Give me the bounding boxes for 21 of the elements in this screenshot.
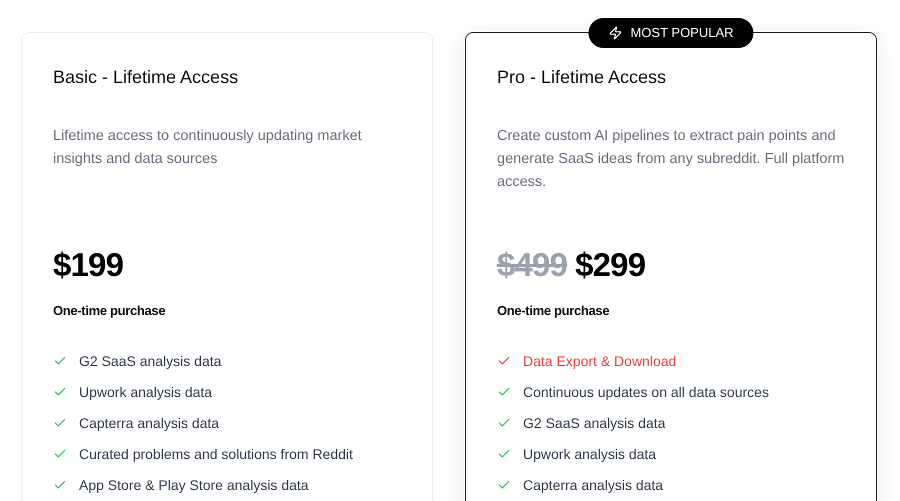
price-note: One-time purchase: [497, 302, 610, 320]
feature-label: Upwork analysis data: [523, 444, 656, 464]
feature-label: Curated problems and solutions from Reddit: [79, 444, 353, 464]
plan-description: Create custom AI pipelines to extract pain points and generate SaaS ideas from any subreddit. Full platform access.: [497, 127, 846, 192]
plan-title: Pro - Lifetime Access: [497, 66, 668, 88]
old-price: $499: [497, 245, 568, 285]
feature-label: G2 SaaS analysis data: [523, 414, 666, 433]
feature-label: Upwork analysis data: [79, 382, 212, 402]
price: $199: [53, 245, 124, 285]
price: $299: [575, 245, 646, 285]
plan-title: Basic - Lifetime Access: [53, 66, 240, 88]
plan-description: Lifetime access to continuously updating market insights and data sources: [53, 127, 363, 169]
feature-label: App Store & Play Store analysis data: [79, 476, 309, 495]
lightning-icon: [608, 26, 622, 40]
feature-label: Capterra analysis data: [79, 414, 220, 433]
feature-label: G2 SaaS analysis data: [79, 352, 222, 371]
feature-label: Data Export & Download: [523, 352, 676, 371]
feature-label: Continuous updates on all data sources: [523, 382, 769, 402]
price-note: One-time purchase: [53, 302, 166, 320]
badge-label: MOST POPULAR: [630, 24, 734, 42]
feature-label: Capterra analysis data: [523, 476, 664, 495]
